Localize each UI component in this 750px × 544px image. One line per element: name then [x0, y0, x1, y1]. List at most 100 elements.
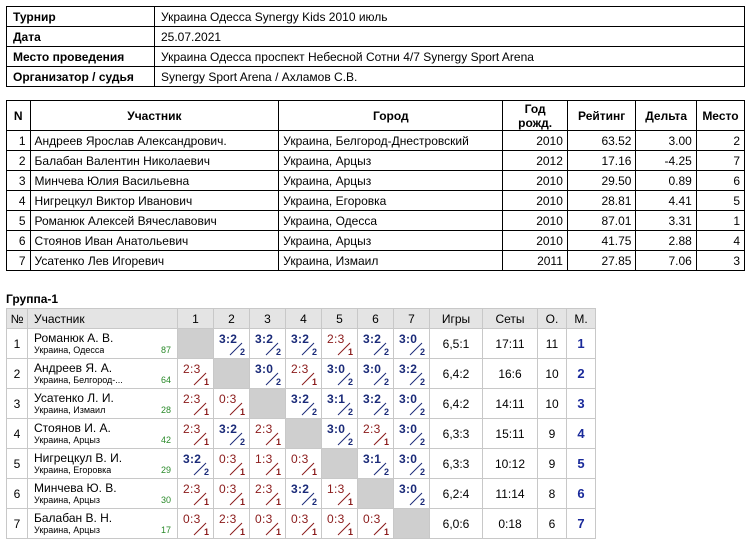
player-name: Нигрецкул В. И. [34, 451, 123, 465]
participant-year: 2010 [502, 190, 568, 211]
match-result: 2 [275, 347, 281, 357]
participant-year: 2012 [502, 150, 568, 171]
match-result: 2 [347, 407, 353, 417]
participant-name: Романюк Алексей Вячеславович [29, 210, 280, 231]
group-header: 3 [249, 308, 286, 329]
participant-city: Украина, Измаил [278, 250, 504, 271]
match-result: 2 [419, 347, 425, 357]
match-result: 1 [347, 497, 353, 507]
group-points: 9 [537, 448, 567, 479]
participant-delta: 3.00 [635, 130, 697, 151]
participant-year: 2010 [502, 230, 568, 251]
match-result: 2 [311, 347, 317, 357]
participants-header: Город [278, 100, 504, 131]
group-sets: 10:12 [482, 448, 538, 479]
match-result: 1 [383, 527, 389, 537]
participant-place: 6 [695, 170, 746, 191]
participant-city: Украина, Егоровка [278, 190, 504, 211]
group-header: № [6, 308, 28, 329]
group-player-cell: Нигрецкул В. И. Украина, Егоровка 29 [27, 448, 178, 479]
match-cell: 3:2 2 [357, 388, 394, 419]
match-result: 2 [383, 377, 389, 387]
group-points: 8 [537, 478, 567, 509]
match-result: 2 [239, 347, 245, 357]
participant-n: 3 [6, 170, 31, 191]
group-row-number: 4 [6, 418, 28, 449]
group-header: 1 [177, 308, 214, 329]
player-city: Украина, Арцыз [34, 435, 101, 445]
participants-header: N [6, 100, 31, 131]
match-cell: 0:3 1 [285, 508, 322, 539]
match-result: 2 [383, 407, 389, 417]
group-games: 6,3:3 [429, 448, 483, 479]
match-cell: 3:2 2 [285, 478, 322, 509]
participant-name: Усатенко Лев Игоревич [29, 250, 280, 271]
group-row: 5 Нигрецкул В. И. Украина, Егоровка 29 3:2 2 0… [6, 448, 596, 479]
match-cell: 2:3 1 [249, 478, 286, 509]
match-result: 1 [275, 467, 281, 477]
match-cell: 3:1 2 [321, 388, 358, 419]
info-row: Дата 25.07.2021 [6, 26, 745, 47]
match-result: 1 [203, 527, 209, 537]
participant-n: 7 [6, 250, 31, 271]
info-label: Дата [6, 26, 155, 47]
self-cell [285, 418, 322, 449]
match-result: 1 [383, 437, 389, 447]
group-row-number: 1 [6, 328, 28, 359]
participant-city: Украина, Арцыз [278, 150, 504, 171]
info-row: Турнир Украина Одесса Synergy Kids 2010 и… [6, 6, 745, 27]
match-result: 2 [383, 467, 389, 477]
group-header: 4 [285, 308, 322, 329]
group-points: 10 [537, 388, 567, 419]
player-name: Минчева Ю. В. [34, 481, 117, 495]
participant-n: 1 [6, 130, 31, 151]
group-games: 6,5:1 [429, 328, 483, 359]
match-result: 2 [203, 467, 209, 477]
participant-place: 4 [695, 230, 746, 251]
player-city: Украина, Арцыз [34, 495, 101, 505]
participant-city: Украина, Белгород-Днестровский [278, 130, 504, 151]
group-header: М. [566, 308, 596, 329]
self-cell [213, 358, 250, 389]
match-cell: 1:3 1 [321, 478, 358, 509]
participant-delta: 0.89 [635, 170, 697, 191]
participant-row: 1 Андреев Ярослав Александрович. Украина, … [6, 130, 746, 151]
match-result: 1 [203, 437, 209, 447]
match-cell: 2:3 1 [177, 418, 214, 449]
match-result: 1 [239, 497, 245, 507]
group-row: 1 Романюк А. В. Украина, Одесса 87 3:2 2 3:2 2 3… [6, 328, 596, 359]
participant-place: 5 [695, 190, 746, 211]
info-label: Организатор / судья [6, 66, 155, 87]
group-games: 6,2:4 [429, 478, 483, 509]
group-row-number: 5 [6, 448, 28, 479]
group-place: 3 [566, 388, 596, 419]
match-cell: 2:3 1 [177, 478, 214, 509]
match-result: 1 [311, 377, 317, 387]
match-cell: 3:2 2 [213, 418, 250, 449]
group-place: 6 [566, 478, 596, 509]
match-cell: 2:3 1 [321, 328, 358, 359]
match-result: 2 [383, 347, 389, 357]
participants-header: Рейтинг [566, 100, 637, 131]
match-result: 1 [347, 527, 353, 537]
group-place: 4 [566, 418, 596, 449]
group-games: 6,0:6 [429, 508, 483, 539]
match-result: 1 [203, 497, 209, 507]
match-result: 1 [311, 467, 317, 477]
participant-n: 4 [6, 190, 31, 211]
self-cell [393, 508, 430, 539]
participants-header: Дельта [635, 100, 697, 131]
participant-name: Минчева Юлия Васильевна [29, 170, 280, 191]
group-title: Группа-1 [6, 292, 59, 306]
participant-row: 7 Усатенко Лев Игоревич Украина, Измаил 201… [6, 250, 746, 271]
group-points: 9 [537, 418, 567, 449]
match-cell: 3:0 2 [393, 448, 430, 479]
info-label: Место проведения [6, 46, 155, 67]
match-result: 1 [311, 527, 317, 537]
participant-name: Балабан Валентин Николаевич [29, 150, 280, 171]
participant-place: 7 [695, 150, 746, 171]
match-result: 2 [419, 437, 425, 447]
group-sets: 0:18 [482, 508, 538, 539]
player-city: Украина, Измаил [34, 405, 106, 415]
match-cell: 3:2 2 [285, 388, 322, 419]
